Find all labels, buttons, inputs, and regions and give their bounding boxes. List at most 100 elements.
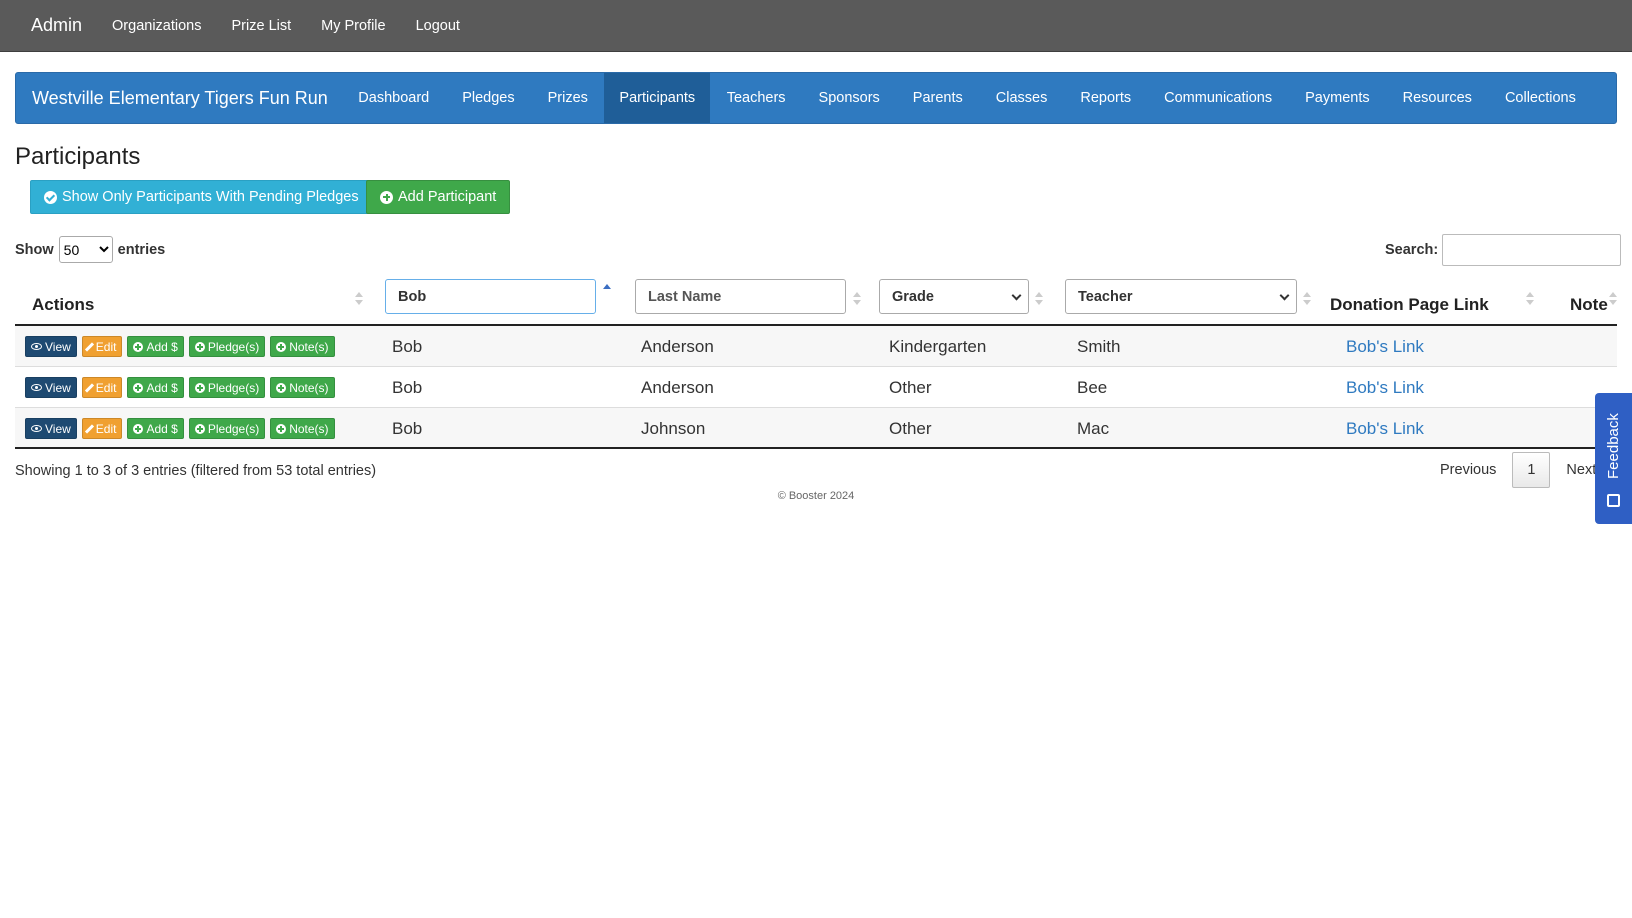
- teacher-filter-select[interactable]: Teacher: [1065, 279, 1297, 314]
- edit-button[interactable]: Edit: [81, 336, 123, 357]
- feedback-tab[interactable]: Feedback: [1595, 393, 1632, 524]
- row-actions: View Edit Add $ Pledge(s) Note(s): [25, 336, 335, 357]
- nav-parents[interactable]: Parents: [896, 73, 979, 123]
- col-teacher[interactable]: Teacher: [1065, 279, 1311, 326]
- nav-pledges[interactable]: Pledges: [446, 73, 531, 123]
- check-circle-icon: [44, 190, 57, 204]
- chevron-down-icon: [1011, 290, 1022, 301]
- nav-resources[interactable]: Resources: [1386, 73, 1488, 123]
- view-button[interactable]: View: [25, 418, 77, 439]
- col-actions[interactable]: Actions: [15, 280, 375, 326]
- pledges-label: Pledge(s): [207, 421, 260, 436]
- grade-filter-select[interactable]: Grade: [879, 279, 1029, 314]
- nav-participants[interactable]: Participants: [604, 73, 711, 123]
- notes-label: Note(s): [289, 339, 329, 354]
- cell-last-name: Johnson: [641, 419, 706, 438]
- search-input[interactable]: [1442, 234, 1622, 266]
- donation-page-link[interactable]: Bob's Link: [1346, 419, 1424, 439]
- view-label: View: [45, 421, 71, 436]
- nav-sponsors[interactable]: Sponsors: [802, 73, 896, 123]
- cell-first-name: Bob: [392, 337, 423, 356]
- notes-button[interactable]: Note(s): [270, 377, 335, 398]
- row-actions: View Edit Add $ Pledge(s) Note(s): [25, 377, 335, 398]
- add-donation-button[interactable]: Add $: [127, 377, 184, 398]
- pledges-button[interactable]: Pledge(s): [188, 418, 266, 439]
- col-note[interactable]: Note: [1555, 280, 1617, 326]
- notes-button[interactable]: Note(s): [270, 336, 335, 357]
- table-row: View Edit Add $ Pledge(s) Note(s) Bob Jo…: [15, 408, 1617, 449]
- plus-circle-icon: [194, 423, 205, 434]
- view-label: View: [45, 339, 71, 354]
- notes-label: Note(s): [289, 421, 329, 436]
- nav-collections[interactable]: Collections: [1488, 73, 1592, 123]
- admin-topbar: Admin Organizations Prize List My Profil…: [0, 0, 1632, 52]
- nav-reports[interactable]: Reports: [1064, 73, 1148, 123]
- sort-icon: [1303, 292, 1311, 308]
- first-name-filter-input[interactable]: [385, 279, 596, 314]
- footer-copyright: © Booster 2024: [777, 490, 855, 502]
- table-body: View Edit Add $ Pledge(s) Note(s) Bob An…: [15, 326, 1617, 449]
- sort-icon: [1035, 292, 1043, 308]
- plus-circle-icon: [133, 423, 144, 434]
- pencil-icon: [84, 382, 94, 393]
- topbar-link-my-profile[interactable]: My Profile: [321, 18, 385, 34]
- topbar-link-logout[interactable]: Logout: [416, 18, 460, 34]
- plus-circle-icon: [276, 341, 287, 352]
- nav-dashboard[interactable]: Dashboard: [342, 73, 446, 123]
- add-participant-button[interactable]: Add Participant: [366, 180, 511, 214]
- page-length-select[interactable]: 50: [58, 236, 113, 263]
- col-last-name[interactable]: [635, 279, 872, 326]
- plus-circle-icon: [276, 423, 287, 434]
- edit-button[interactable]: Edit: [81, 377, 123, 398]
- add-donation-label: Add $: [146, 339, 178, 354]
- nav-prizes[interactable]: Prizes: [531, 73, 604, 123]
- view-button[interactable]: View: [25, 336, 77, 357]
- pending-pledges-filter-button[interactable]: Show Only Participants With Pending Pled…: [30, 180, 373, 214]
- table-search: Search:: [1385, 234, 1622, 266]
- col-first-name[interactable]: [385, 279, 622, 326]
- col-donation-page-link[interactable]: Donation Page Link: [1315, 280, 1555, 326]
- pagination-previous[interactable]: Previous: [1440, 462, 1496, 478]
- admin-brand[interactable]: Admin: [31, 15, 82, 36]
- topbar-link-prize-list[interactable]: Prize List: [232, 18, 292, 34]
- pledges-button[interactable]: Pledge(s): [188, 377, 266, 398]
- topbar-link-organizations[interactable]: Organizations: [112, 18, 201, 34]
- table-row: View Edit Add $ Pledge(s) Note(s) Bob An…: [15, 367, 1617, 408]
- cell-teacher: Bee: [1077, 378, 1108, 397]
- pagination-page-1[interactable]: 1: [1512, 452, 1551, 488]
- pagination-next[interactable]: Next: [1566, 462, 1596, 478]
- pledges-label: Pledge(s): [207, 380, 260, 395]
- notes-label: Note(s): [289, 380, 329, 395]
- add-donation-button[interactable]: Add $: [127, 336, 184, 357]
- add-donation-button[interactable]: Add $: [127, 418, 184, 439]
- pending-pledges-label: Show Only Participants With Pending Pled…: [62, 189, 359, 205]
- cell-teacher: Mac: [1077, 419, 1110, 438]
- nav-teachers[interactable]: Teachers: [710, 73, 802, 123]
- pencil-icon: [84, 341, 94, 352]
- plus-circle-icon: [194, 382, 205, 393]
- view-button[interactable]: View: [25, 377, 77, 398]
- cell-grade: Kindergarten: [889, 337, 987, 356]
- donation-page-link[interactable]: Bob's Link: [1346, 378, 1424, 398]
- edit-button[interactable]: Edit: [81, 418, 123, 439]
- row-actions: View Edit Add $ Pledge(s) Note(s): [25, 418, 335, 439]
- participants-table: Actions Grade Teacher Donation Pa: [15, 279, 1617, 449]
- notes-button[interactable]: Note(s): [270, 418, 335, 439]
- cell-first-name: Bob: [392, 419, 423, 438]
- plus-circle-icon: [194, 341, 205, 352]
- col-grade[interactable]: Grade: [879, 279, 1049, 326]
- nav-communications[interactable]: Communications: [1148, 73, 1289, 123]
- nav-classes[interactable]: Classes: [979, 73, 1064, 123]
- edit-label: Edit: [95, 380, 117, 395]
- last-name-filter-input[interactable]: [635, 279, 846, 314]
- org-title[interactable]: Westville Elementary Tigers Fun Run: [16, 73, 342, 123]
- page-length-control: Show 50 entries: [15, 236, 165, 263]
- pledges-button[interactable]: Pledge(s): [188, 336, 266, 357]
- donation-page-link[interactable]: Bob's Link: [1346, 337, 1424, 357]
- view-label: View: [45, 380, 71, 395]
- sort-icon: [1609, 292, 1617, 308]
- nav-payments[interactable]: Payments: [1289, 73, 1386, 123]
- sort-asc-icon: [603, 284, 611, 300]
- eye-icon: [31, 425, 42, 432]
- sort-icon: [853, 292, 861, 308]
